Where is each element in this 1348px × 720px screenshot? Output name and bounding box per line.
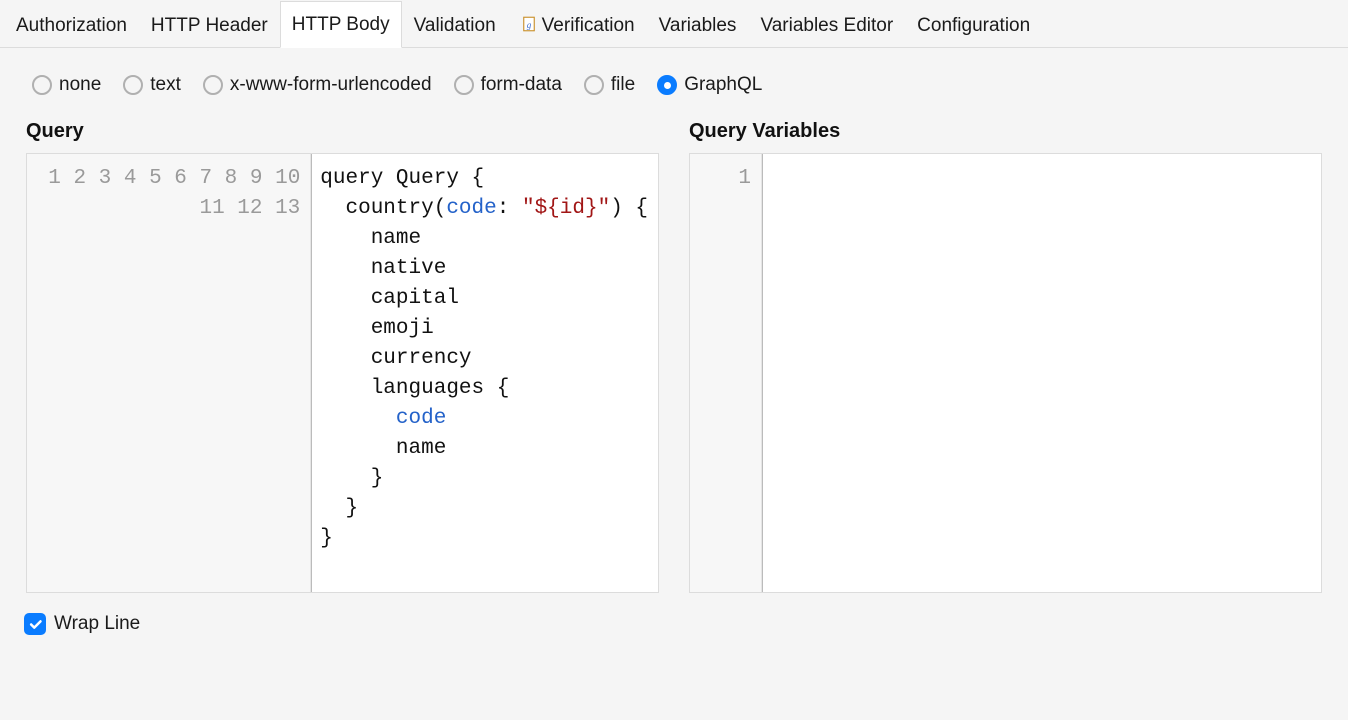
tab-http-body[interactable]: HTTP Body <box>280 1 402 48</box>
body-type-none[interactable]: none <box>32 74 101 96</box>
radio-icon <box>657 75 677 95</box>
body-type-x-www-form-urlencoded[interactable]: x-www-form-urlencoded <box>203 74 432 96</box>
svg-text:g: g <box>526 19 531 29</box>
tab-label: Validation <box>414 15 496 36</box>
wrap-line-label[interactable]: Wrap Line <box>54 613 140 635</box>
tab-label: Authorization <box>16 15 127 36</box>
variables-editor[interactable]: 1 <box>689 153 1322 593</box>
radio-icon <box>454 75 474 95</box>
variables-code[interactable] <box>762 154 1321 592</box>
tab-variables[interactable]: Variables <box>647 2 749 48</box>
wrap-line-checkbox[interactable] <box>24 613 46 635</box>
body-type-label: GraphQL <box>684 74 762 96</box>
query-code[interactable]: query Query { country(code: "${id}") { n… <box>311 154 658 592</box>
tab-label: Variables Editor <box>760 15 893 36</box>
body-type-label: none <box>59 74 101 96</box>
body-type-file[interactable]: file <box>584 74 635 96</box>
body-type-row: none text x-www-form-urlencoded form-data fi… <box>0 48 1348 106</box>
radio-icon <box>203 75 223 95</box>
body-type-label: file <box>611 74 635 96</box>
tab-label: Verification <box>542 15 635 36</box>
query-panel: Query 1 2 3 4 5 6 7 8 9 10 11 12 13 quer… <box>26 120 659 593</box>
body-type-form-data[interactable]: form-data <box>454 74 562 96</box>
tab-variables-editor[interactable]: Variables Editor <box>748 2 905 48</box>
variables-gutter: 1 <box>690 154 762 592</box>
variables-panel: Query Variables 1 <box>689 120 1322 593</box>
tab-http-header[interactable]: HTTP Header <box>139 2 280 48</box>
script-icon: g <box>520 15 538 33</box>
check-icon <box>28 617 43 632</box>
tab-label: Configuration <box>917 15 1030 36</box>
tab-configuration[interactable]: Configuration <box>905 2 1042 48</box>
tab-authorization[interactable]: Authorization <box>4 2 139 48</box>
body-type-text[interactable]: text <box>123 74 181 96</box>
tab-label: HTTP Body <box>292 14 390 35</box>
radio-icon <box>32 75 52 95</box>
query-editor[interactable]: 1 2 3 4 5 6 7 8 9 10 11 12 13 query Quer… <box>26 153 659 593</box>
body-type-label: form-data <box>481 74 562 96</box>
radio-icon <box>123 75 143 95</box>
body-type-label: x-www-form-urlencoded <box>230 74 432 96</box>
query-gutter: 1 2 3 4 5 6 7 8 9 10 11 12 13 <box>27 154 311 592</box>
body-type-graphql[interactable]: GraphQL <box>657 74 762 96</box>
body-type-label: text <box>150 74 181 96</box>
tabs-bar: Authorization HTTP Header HTTP Body Validat… <box>0 0 1348 48</box>
radio-icon <box>584 75 604 95</box>
tab-label: Variables <box>659 15 737 36</box>
query-title: Query <box>26 120 659 143</box>
variables-title: Query Variables <box>689 120 1322 143</box>
editor-footer: Wrap Line <box>0 601 1348 647</box>
tab-label: HTTP Header <box>151 15 268 36</box>
tab-validation[interactable]: Validation <box>402 2 508 48</box>
tab-verification[interactable]: g Verification <box>508 2 647 48</box>
